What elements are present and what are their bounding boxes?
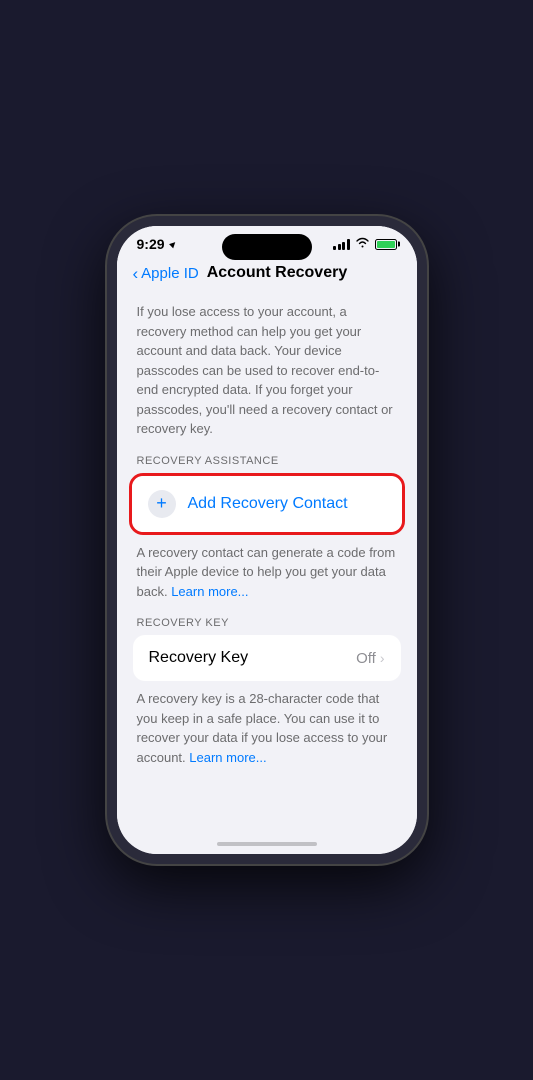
recovery-key-value: Off › — [356, 650, 384, 667]
recovery-contact-subtext: A recovery contact can generate a code f… — [117, 535, 417, 618]
home-bar — [217, 842, 317, 846]
signal-bar-4 — [347, 239, 350, 250]
recovery-key-label: Recovery Key — [149, 649, 249, 667]
recovery-key-learn-more[interactable]: Learn more... — [189, 750, 266, 765]
description-text: If you lose access to your account, a re… — [117, 288, 417, 455]
signal-bar-1 — [333, 246, 336, 250]
recovery-contact-learn-more[interactable]: Learn more... — [171, 584, 248, 599]
status-time: 9:29 ▲ — [137, 236, 178, 252]
time-display: 9:29 — [137, 236, 165, 252]
add-recovery-contact-item[interactable]: + Add Recovery Contact — [132, 476, 402, 532]
dynamic-island — [222, 234, 312, 260]
recovery-key-status: Off — [356, 650, 376, 667]
location-arrow-icon: ▲ — [165, 237, 180, 252]
section2-label: RECOVERY KEY — [117, 617, 417, 635]
signal-bar-2 — [338, 244, 341, 250]
content-area: If you lose access to your account, a re… — [117, 288, 417, 834]
chevron-right-icon: › — [380, 650, 385, 666]
page-title: Account Recovery — [207, 264, 348, 282]
add-recovery-contact-highlight: + Add Recovery Contact — [129, 473, 405, 535]
back-button[interactable]: ‹ Apple ID — [133, 265, 199, 282]
wifi-icon — [355, 237, 370, 251]
plus-icon: + — [156, 494, 167, 512]
section1-label: RECOVERY ASSISTANCE — [117, 455, 417, 473]
home-indicator — [117, 834, 417, 854]
phone-frame: 9:29 ▲ — [107, 216, 427, 864]
nav-bar: ‹ Apple ID Account Recovery — [117, 256, 417, 288]
battery-icon — [375, 239, 397, 250]
add-icon-circle: + — [148, 490, 176, 518]
screen: 9:29 ▲ — [117, 226, 417, 854]
battery-fill — [377, 241, 395, 248]
signal-bars-icon — [333, 239, 350, 250]
recovery-key-item[interactable]: Recovery Key Off › — [133, 635, 401, 681]
signal-bar-3 — [342, 242, 345, 250]
recovery-key-card: Recovery Key Off › — [133, 635, 401, 681]
back-chevron-icon: ‹ — [133, 265, 139, 282]
add-recovery-label: Add Recovery Contact — [188, 495, 348, 513]
recovery-assistance-card: + Add Recovery Contact — [132, 476, 402, 532]
back-label[interactable]: Apple ID — [141, 265, 199, 282]
recovery-key-subtext: A recovery key is a 28-character code th… — [117, 681, 417, 783]
status-icons — [333, 237, 397, 251]
